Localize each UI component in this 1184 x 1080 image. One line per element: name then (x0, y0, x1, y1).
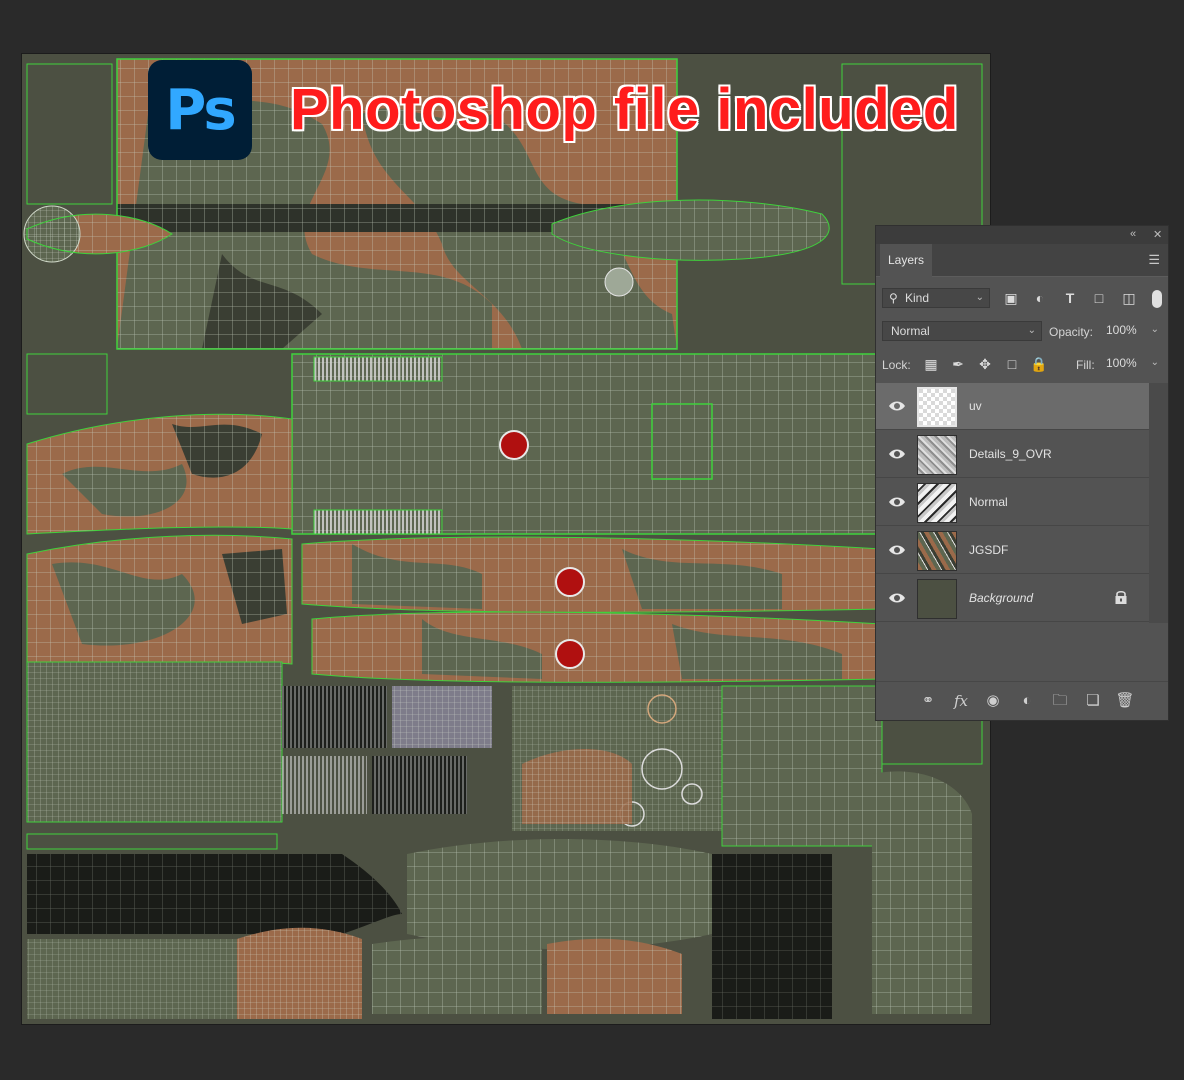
layer-thumbnail (917, 483, 957, 523)
link-icon[interactable]: ⚭ (918, 692, 938, 710)
fill-value: 100% (1106, 356, 1137, 370)
photoshop-logo-text: Ps (165, 77, 236, 143)
uv-shell-tail (301, 536, 883, 683)
folder-icon[interactable]: 🗀 (1050, 692, 1070, 710)
lock-transparency-icon[interactable]: ▦ (921, 354, 941, 374)
panel-menu-icon[interactable]: ☰ (1148, 252, 1160, 268)
blend-mode-value: Normal (891, 324, 930, 338)
uv-shell-grate (313, 356, 443, 382)
uv-shell-gear-parts (512, 686, 722, 831)
search-icon: ⚲ (889, 291, 898, 305)
collapse-icon[interactable]: « (1130, 228, 1136, 240)
document-canvas[interactable] (22, 54, 990, 1024)
new-layer-icon[interactable]: ❏ (1083, 692, 1103, 710)
fx-icon[interactable]: fx (951, 692, 971, 710)
lock-brush-icon[interactable]: ✒ (948, 354, 968, 374)
opacity-label: Opacity: (1049, 325, 1094, 339)
fill-input[interactable]: 100% ⌄ (1098, 354, 1164, 374)
filter-kind-select[interactable]: ⚲ Kind ⌄ (882, 288, 990, 308)
uv-shell-left-fins (26, 413, 293, 675)
filter-row: ⚲ Kind ⌄ ▣ ◐ T □ ◫ (876, 288, 1168, 310)
lock-artboard-icon[interactable]: □ (1002, 354, 1022, 374)
layer-thumbnail (917, 435, 957, 475)
lock-row: Lock: ▦ ✒ ✥ □ 🔒 Fill: 100% ⌄ (876, 354, 1168, 376)
uv-shell-panels (282, 686, 492, 814)
uv-shell-right-grid (721, 685, 883, 847)
chevron-down-icon: ⌄ (1150, 357, 1159, 368)
close-icon[interactable]: ✕ (1153, 228, 1162, 241)
opacity-input[interactable]: 100% ⌄ (1098, 321, 1164, 341)
adjustment-filter-icon[interactable]: ◐ (1030, 288, 1050, 308)
pixel-filter-icon[interactable]: ▣ (1001, 288, 1021, 308)
mask-icon[interactable]: ◉ (983, 692, 1003, 710)
trash-icon[interactable]: 🗑 (1115, 692, 1135, 710)
visibility-eye-icon[interactable] (888, 589, 906, 607)
visibility-eye-icon[interactable] (888, 541, 906, 559)
photoshop-logo: Ps (148, 60, 252, 160)
panel-titlebar[interactable]: « ✕ (876, 226, 1168, 244)
fill-label: Fill: (1076, 358, 1095, 372)
visibility-eye-icon[interactable] (888, 445, 906, 463)
layer-thumbnail (917, 531, 957, 571)
filter-kind-label: Kind (905, 291, 930, 305)
smart-object-filter-icon[interactable]: ◫ (1119, 288, 1139, 308)
type-filter-icon[interactable]: T (1060, 288, 1080, 308)
uv-shell-lower-left (26, 661, 283, 823)
layer-name: uv (969, 399, 982, 413)
lock-all-icon[interactable]: 🔒 (1029, 354, 1049, 374)
layer-thumbnail (917, 579, 957, 619)
layers-scrollbar[interactable] (1149, 383, 1168, 623)
tab-layers[interactable]: Layers (880, 244, 932, 277)
filter-toggle[interactable] (1152, 290, 1162, 308)
panel-tabbar: Layers ☰ (876, 244, 1168, 277)
layer-row-jgsdf[interactable]: JGSDF (876, 527, 1149, 574)
uv-shell-grate-2 (313, 509, 443, 535)
layer-name: JGSDF (969, 543, 1009, 557)
layer-name: Background (969, 591, 1034, 605)
blend-row: Normal ⌄ Opacity: 100% ⌄ (876, 321, 1168, 343)
layer-row-normal[interactable]: Normal (876, 479, 1149, 526)
lock-move-icon[interactable]: ✥ (975, 354, 995, 374)
chevron-down-icon: ⌄ (975, 292, 984, 303)
visibility-eye-icon[interactable] (888, 397, 906, 415)
visibility-eye-icon[interactable] (888, 493, 906, 511)
headline: Photoshop file included (290, 77, 959, 142)
layer-row-background[interactable]: Background (876, 575, 1149, 622)
layer-row-uv[interactable]: uv (876, 383, 1149, 430)
layer-name: Details_9_OVR (969, 447, 1052, 461)
layer-row-details[interactable]: Details_9_OVR (876, 431, 1149, 478)
opacity-value: 100% (1106, 323, 1137, 337)
layers-list: uv Details_9_OVR Normal JGSDF Background (876, 383, 1149, 623)
adjustment-icon[interactable]: ◐ (1017, 692, 1037, 710)
blend-mode-select[interactable]: Normal ⌄ (882, 321, 1042, 341)
layer-name: Normal (969, 495, 1008, 509)
layers-panel: « ✕ Layers ☰ ⚲ Kind ⌄ ▣ ◐ T □ ◫ Normal ⌄… (875, 225, 1169, 721)
lock-icon (1115, 590, 1127, 604)
layer-thumbnail (917, 387, 957, 427)
layers-bottom-toolbar: ⚭ fx ◉ ◐ 🗀 ❏ 🗑 (876, 681, 1168, 720)
uv-texture-map (23, 58, 983, 1019)
chevron-down-icon: ⌄ (1027, 325, 1036, 336)
chevron-down-icon: ⌄ (1150, 324, 1159, 335)
lock-label: Lock: (882, 358, 911, 372)
shape-filter-icon[interactable]: □ (1089, 288, 1109, 308)
